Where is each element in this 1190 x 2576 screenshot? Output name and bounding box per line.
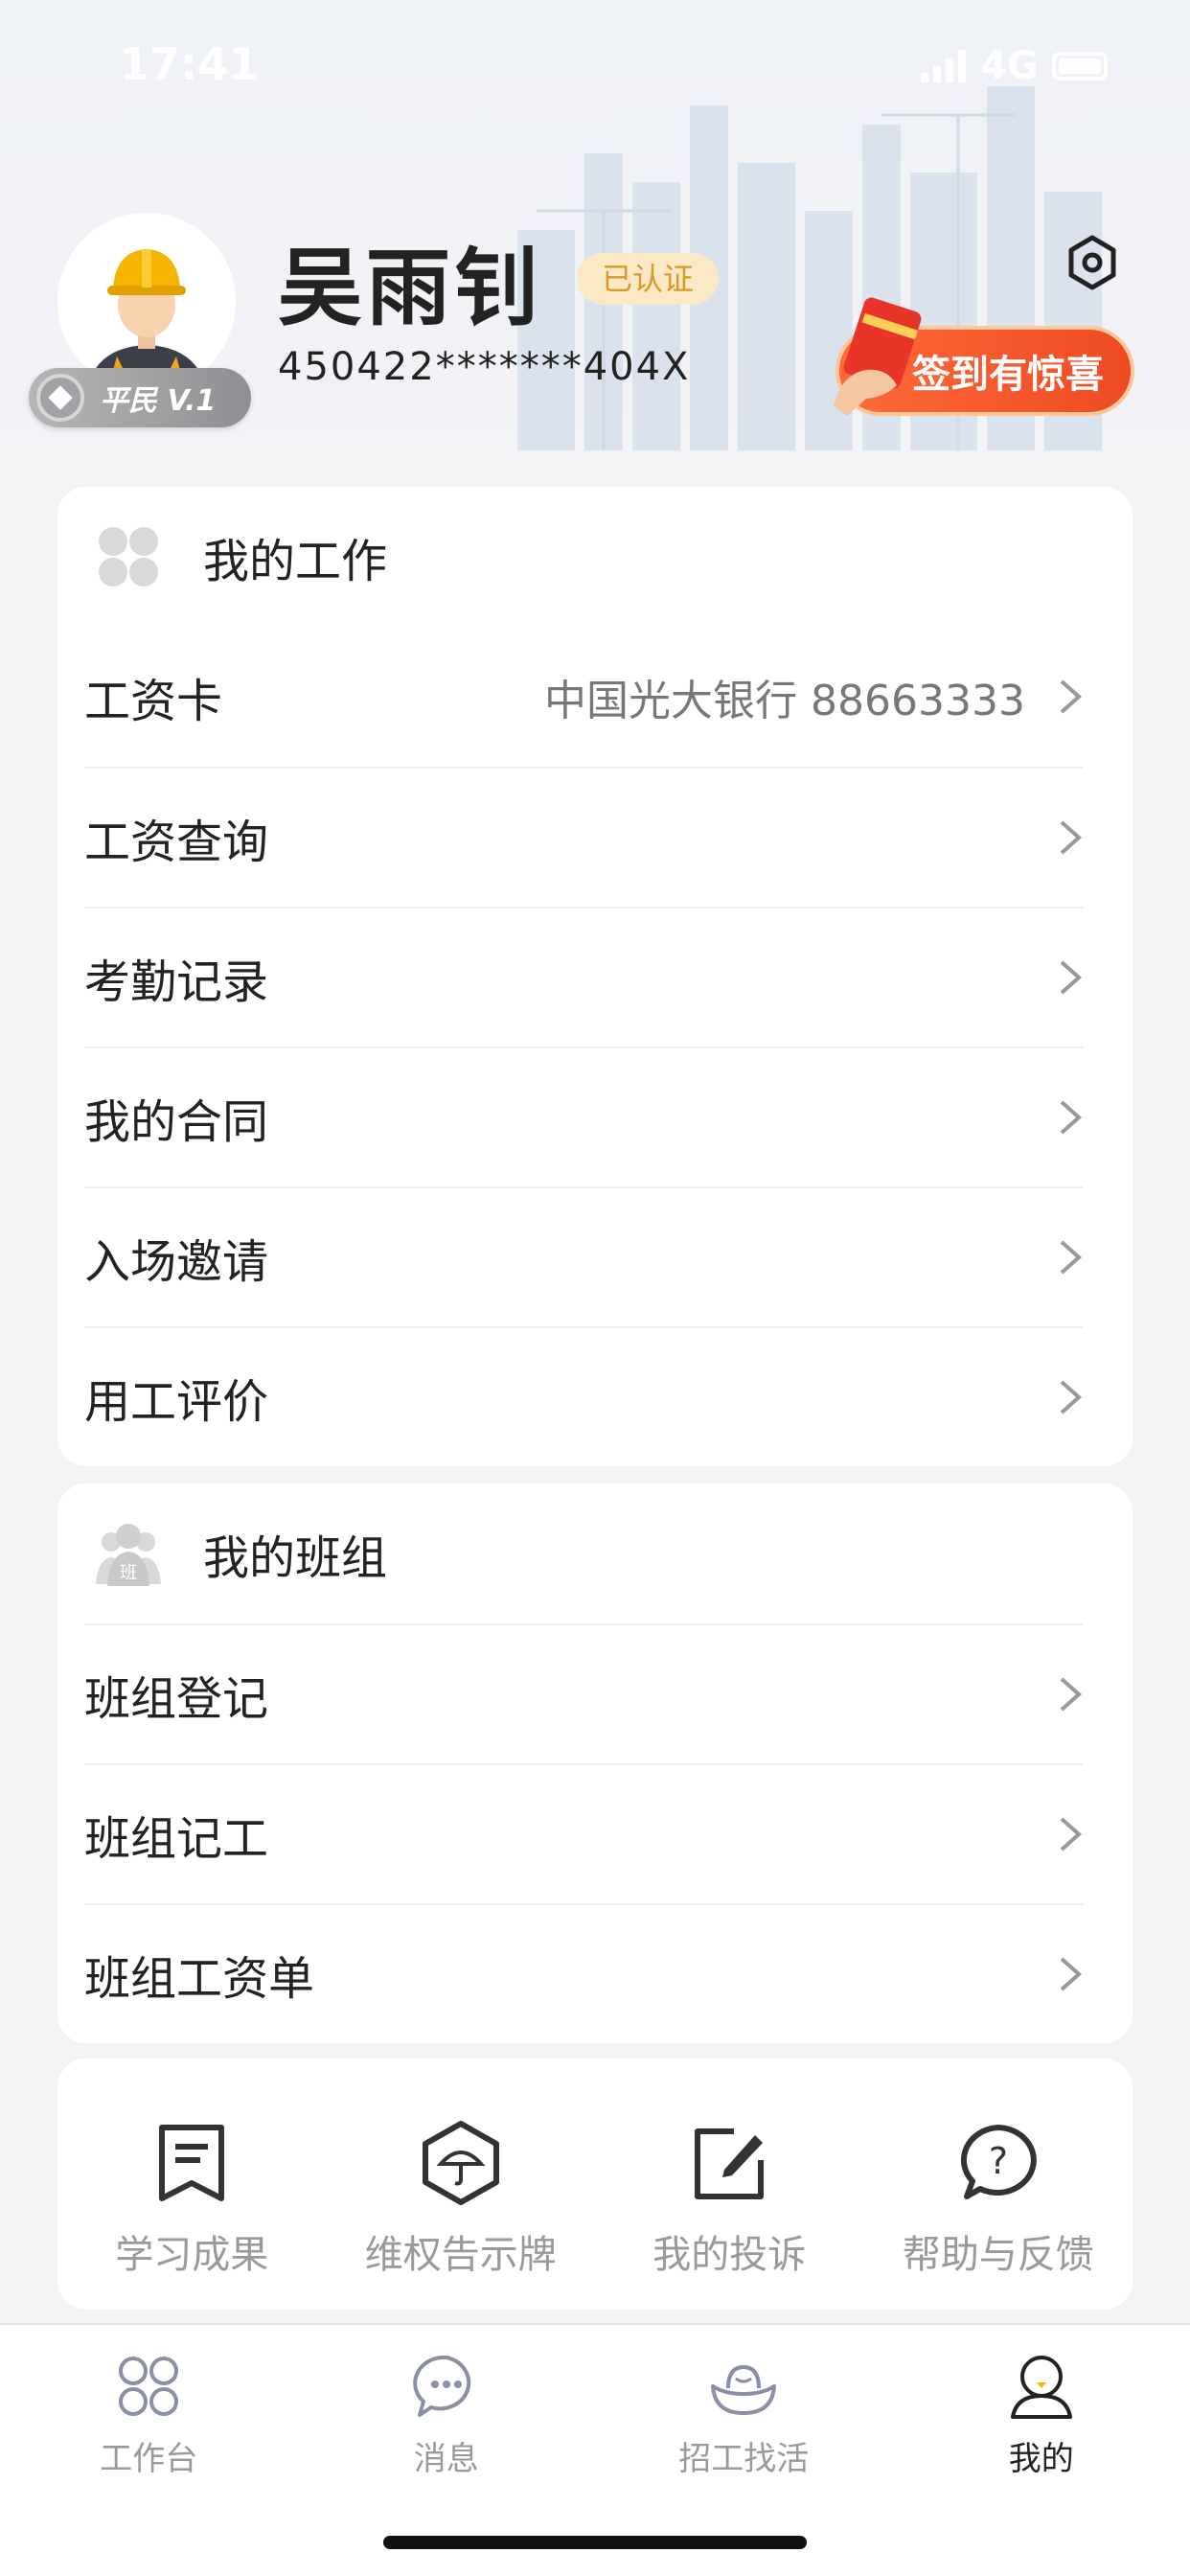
chevron-right-icon xyxy=(1060,1100,1083,1135)
edit-icon xyxy=(695,2128,765,2199)
row-team-worklog[interactable]: 班组记工 xyxy=(84,1763,1083,1903)
tab-mine[interactable]: 我的 xyxy=(893,2325,1190,2517)
tab-workbench[interactable]: 工作台 xyxy=(0,2325,298,2517)
network-label: 4G xyxy=(980,44,1039,88)
user-id-number: 450422*******404X xyxy=(278,345,691,389)
chevron-right-icon xyxy=(1060,679,1083,714)
row-value: 中国光大银行 88663333 xyxy=(544,677,1025,725)
shortcut-label: 学习成果 xyxy=(115,2233,269,2277)
shortcut-label: 帮助与反馈 xyxy=(902,2233,1094,2277)
team-icon: 班 xyxy=(96,1524,161,1586)
svg-text:?: ? xyxy=(989,2140,1008,2182)
row-attendance[interactable]: 考勤记录 xyxy=(84,907,1083,1046)
row-label: 班组工资单 xyxy=(84,1952,315,2006)
status-time: 17:41 xyxy=(119,38,260,90)
row-team-payroll[interactable]: 班组工资单 xyxy=(84,1903,1083,2043)
my-team-header: 班 我的班组 xyxy=(57,1484,1133,1623)
shortcuts-card: 学习成果 维权告示牌 我的投诉 ? 帮助与反馈 xyxy=(57,2058,1133,2310)
worker-avatar-icon xyxy=(57,213,236,391)
row-label: 工资卡 xyxy=(84,675,223,728)
tab-label: 招工找活 xyxy=(678,2440,810,2478)
my-work-title: 我的工作 xyxy=(203,535,388,588)
level-badge-label: 平民 V.1 xyxy=(100,384,217,418)
chevron-right-icon xyxy=(1060,1677,1083,1712)
tab-jobs[interactable]: 招工找活 xyxy=(595,2325,893,2517)
shortcut-my-complaints[interactable]: 我的投诉 xyxy=(595,2058,864,2310)
checkin-label: 签到有惊喜 xyxy=(912,353,1104,397)
signal-icon xyxy=(921,50,967,82)
row-salary-query[interactable]: 工资查询 xyxy=(84,767,1083,907)
umbrella-hexagon-icon xyxy=(422,2121,499,2205)
shortcut-rights-board[interactable]: 维权告示牌 xyxy=(327,2058,596,2310)
profile-page: 17:41 4G 平民 V.1 吴雨钊 已认证 450422*******404… xyxy=(0,0,1190,2576)
red-envelope-hand-icon xyxy=(834,297,922,416)
chevron-right-icon xyxy=(1060,820,1083,855)
bookmark-icon xyxy=(159,2125,225,2201)
shortcut-learning-results[interactable]: 学习成果 xyxy=(57,2058,327,2310)
row-label: 入场邀请 xyxy=(84,1235,269,1289)
grid-icon xyxy=(119,2357,179,2416)
settings-icon[interactable] xyxy=(1064,234,1121,291)
row-employment-review[interactable]: 用工评价 xyxy=(84,1326,1083,1466)
tab-label: 我的 xyxy=(1008,2440,1074,2478)
shortcut-help-feedback[interactable]: ? 帮助与反馈 xyxy=(864,2058,1133,2310)
four-petal-icon xyxy=(99,527,158,586)
row-label: 用工评价 xyxy=(84,1375,269,1429)
row-label: 考勤记录 xyxy=(84,955,269,1009)
chevron-right-icon xyxy=(1060,960,1083,995)
profile-header: 17:41 4G 平民 V.1 吴雨钊 已认证 450422*******404… xyxy=(0,0,1190,470)
status-bar: 17:41 4G xyxy=(0,0,1190,134)
question-bubble-icon: ? xyxy=(960,2125,1037,2199)
row-label: 我的合同 xyxy=(84,1095,269,1149)
chat-icon xyxy=(412,2355,470,2417)
row-label: 工资查询 xyxy=(84,816,269,869)
user-name: 吴雨钊 xyxy=(278,239,543,337)
chevron-right-icon xyxy=(1060,1240,1083,1275)
level-badge[interactable]: 平民 V.1 xyxy=(29,368,251,427)
status-indicators: 4G xyxy=(921,44,1108,88)
shortcut-label: 维权告示牌 xyxy=(364,2233,557,2277)
row-salary-card[interactable]: 工资卡 中国光大银行 88663333 xyxy=(84,627,1083,767)
battery-icon xyxy=(1052,52,1108,80)
row-site-invitation[interactable]: 入场邀请 xyxy=(84,1186,1083,1326)
my-team-title: 我的班组 xyxy=(203,1531,388,1585)
chevron-right-icon xyxy=(1060,1817,1083,1852)
my-work-header: 我的工作 xyxy=(57,487,1133,627)
row-label: 班组记工 xyxy=(84,1812,269,1866)
my-work-card: 我的工作 工资卡 中国光大银行 88663333 工资查询 考勤记录 我的合同 … xyxy=(57,487,1133,1466)
level-icon xyxy=(36,374,84,422)
person-icon xyxy=(1010,2356,1072,2419)
ingot-icon xyxy=(711,2364,777,2415)
tab-label: 工作台 xyxy=(100,2440,198,2478)
shortcut-label: 我的投诉 xyxy=(652,2233,807,2277)
row-contract[interactable]: 我的合同 xyxy=(84,1046,1083,1186)
chevron-right-icon xyxy=(1060,1957,1083,1991)
home-indicator[interactable] xyxy=(383,2536,807,2549)
svg-text:班: 班 xyxy=(120,1563,137,1583)
chevron-right-icon xyxy=(1060,1380,1083,1414)
tab-label: 消息 xyxy=(413,2440,479,2478)
my-team-card: 班 我的班组 班组登记 班组记工 班组工资单 xyxy=(57,1484,1133,2043)
row-label: 班组登记 xyxy=(84,1672,269,1726)
row-team-register[interactable]: 班组登记 xyxy=(84,1623,1083,1763)
verified-badge: 已认证 xyxy=(577,253,720,305)
avatar[interactable] xyxy=(57,213,236,391)
tab-messages[interactable]: 消息 xyxy=(298,2325,596,2517)
